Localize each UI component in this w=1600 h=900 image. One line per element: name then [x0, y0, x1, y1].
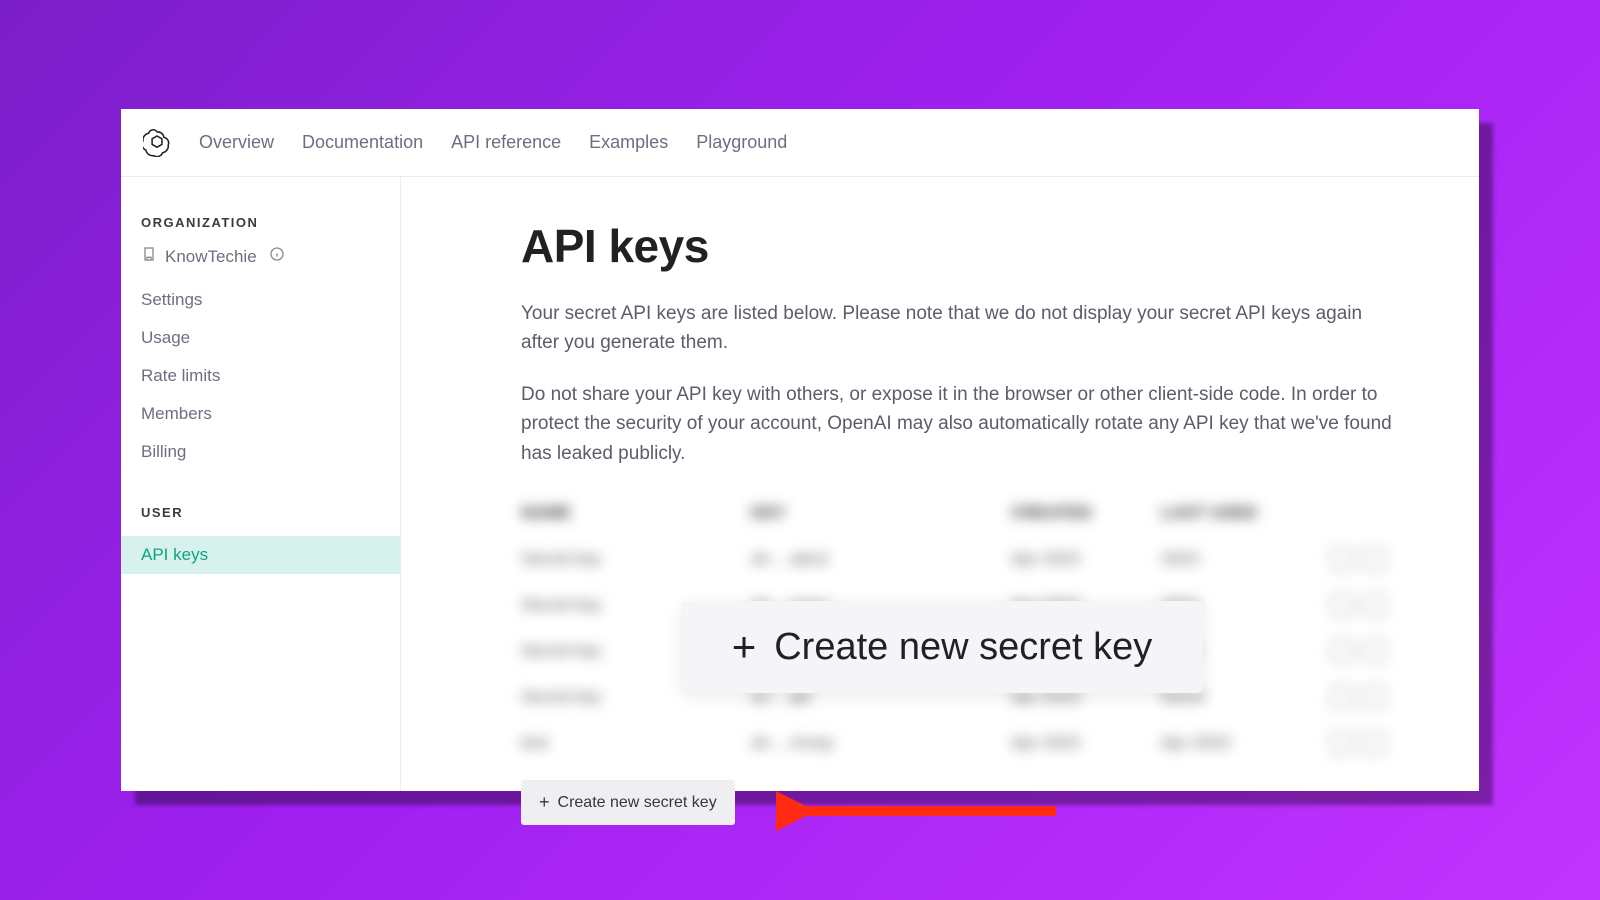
- sidebar-org-heading: ORGANIZATION: [121, 215, 400, 246]
- sidebar-item-usage[interactable]: Usage: [121, 319, 400, 357]
- building-icon: [141, 246, 157, 267]
- org-selector[interactable]: KnowTechie: [121, 246, 400, 281]
- table-row: Secret keysk-…abcdApr 20232023: [521, 536, 1429, 582]
- page-title: API keys: [521, 219, 1429, 273]
- plus-icon: +: [732, 623, 757, 671]
- topbar: Overview Documentation API reference Exa…: [121, 109, 1479, 177]
- col-created: CREATED: [1011, 503, 1161, 523]
- callout-label: Create new secret key: [774, 626, 1152, 669]
- col-name: NAME: [521, 503, 751, 523]
- sidebar-item-billing[interactable]: Billing: [121, 433, 400, 471]
- nav-overview[interactable]: Overview: [199, 132, 274, 153]
- plus-icon: +: [539, 792, 550, 813]
- annotation-arrow-icon: [776, 791, 1066, 831]
- sidebar-user-heading: USER: [121, 505, 400, 536]
- sidebar: ORGANIZATION KnowTechie Settings: [121, 177, 401, 791]
- col-lastused: LAST USED: [1161, 503, 1331, 523]
- nav-documentation[interactable]: Documentation: [302, 132, 423, 153]
- nav-api-reference[interactable]: API reference: [451, 132, 561, 153]
- create-secret-key-button[interactable]: + Create new secret key: [521, 780, 735, 825]
- nav-playground[interactable]: Playground: [696, 132, 787, 153]
- top-nav: Overview Documentation API reference Exa…: [199, 132, 787, 153]
- info-icon[interactable]: [269, 246, 285, 267]
- app-window: Overview Documentation API reference Exa…: [121, 109, 1479, 791]
- description-2: Do not share your API key with others, o…: [521, 380, 1401, 468]
- sidebar-item-apikeys[interactable]: API keys: [121, 536, 400, 574]
- main-content: API keys Your secret API keys are listed…: [401, 177, 1479, 791]
- description-1: Your secret API keys are listed below. P…: [521, 299, 1401, 358]
- openai-logo-icon: [143, 129, 171, 157]
- create-key-callout: + Create new secret key: [681, 601, 1203, 693]
- org-name: KnowTechie: [165, 247, 257, 267]
- col-key: KEY: [751, 503, 1011, 523]
- table-row: testsk-…mnopApr 2023Apr 2023: [521, 720, 1429, 766]
- sidebar-item-members[interactable]: Members: [121, 395, 400, 433]
- body: ORGANIZATION KnowTechie Settings: [121, 177, 1479, 791]
- sidebar-item-settings[interactable]: Settings: [121, 281, 400, 319]
- create-button-label: Create new secret key: [558, 794, 717, 812]
- nav-examples[interactable]: Examples: [589, 132, 668, 153]
- sidebar-item-ratelimits[interactable]: Rate limits: [121, 357, 400, 395]
